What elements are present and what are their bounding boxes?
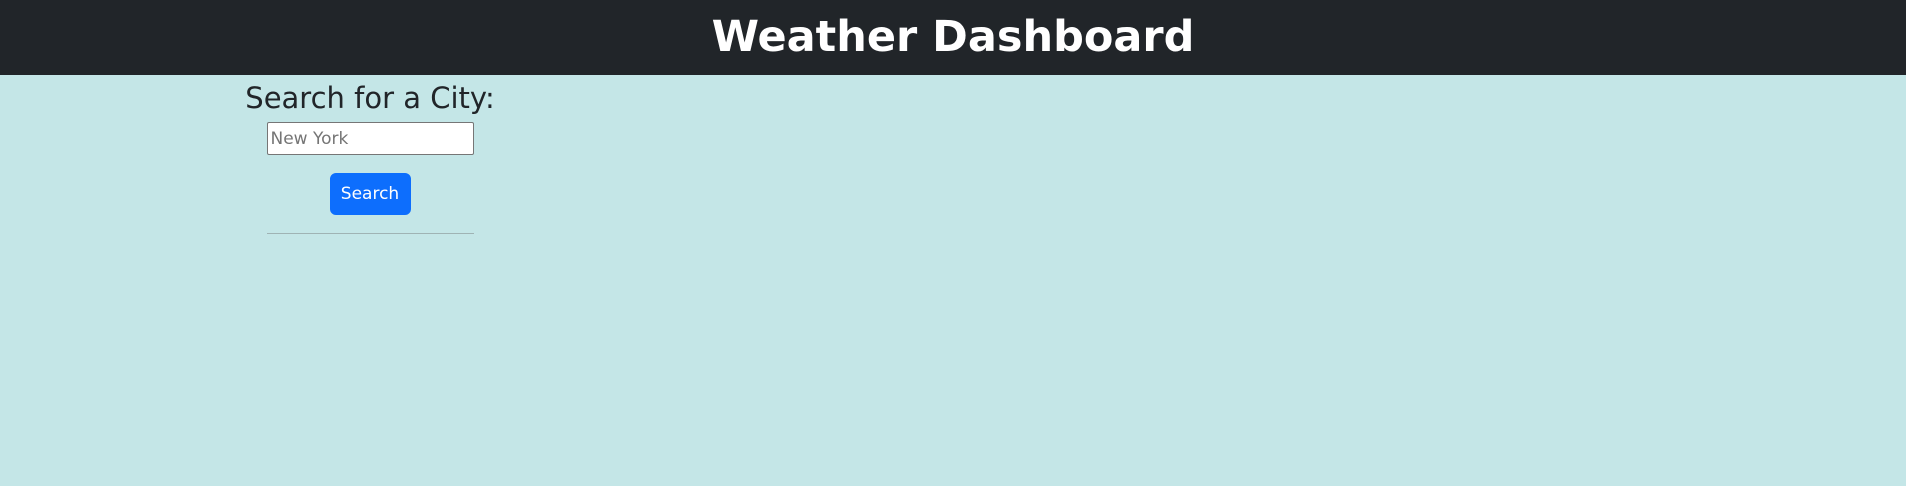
main-content: Search for a City: Search <box>0 75 1906 486</box>
search-panel: Search for a City: Search <box>240 75 500 235</box>
app-header: Weather Dashboard <box>0 0 1906 75</box>
divider <box>266 233 474 235</box>
city-search-input[interactable] <box>266 122 474 156</box>
search-button[interactable]: Search <box>329 173 411 216</box>
search-heading: Search for a City: <box>245 81 495 115</box>
page-title: Weather Dashboard <box>711 12 1195 62</box>
